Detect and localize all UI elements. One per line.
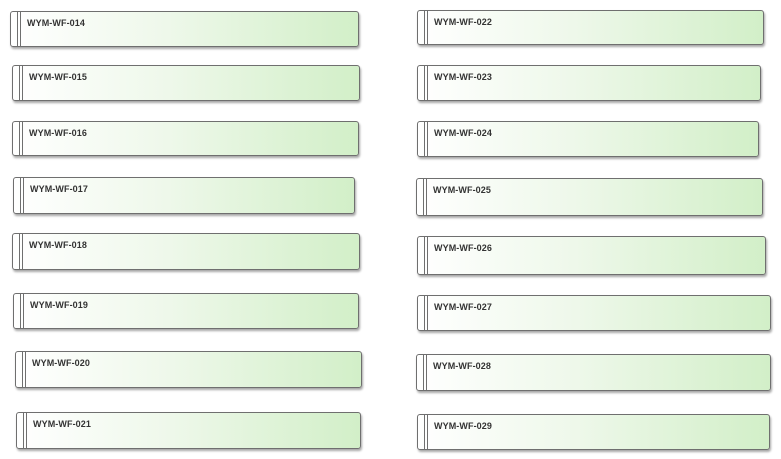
component-wym-wf-018[interactable]: WYM-WF-018 — [12, 233, 360, 270]
component-label: WYM-WF-029 — [434, 421, 492, 431]
component-wym-wf-023[interactable]: WYM-WF-023 — [417, 65, 761, 101]
component-stereotype-bar — [13, 234, 23, 269]
component-label: WYM-WF-020 — [32, 358, 90, 368]
component-stereotype-bar — [13, 122, 23, 155]
component-stereotype-bar — [14, 294, 24, 328]
component-label: WYM-WF-027 — [434, 302, 492, 312]
component-label: WYM-WF-023 — [434, 72, 492, 82]
component-wym-wf-027[interactable]: WYM-WF-027 — [417, 295, 771, 331]
component-stereotype-bar — [417, 355, 427, 390]
component-stereotype-bar — [417, 179, 427, 215]
component-label: WYM-WF-015 — [29, 72, 87, 82]
component-wym-wf-025[interactable]: WYM-WF-025 — [416, 178, 763, 216]
component-label: WYM-WF-022 — [434, 17, 492, 27]
component-stereotype-bar — [418, 415, 428, 449]
component-stereotype-bar — [418, 122, 428, 156]
component-stereotype-bar — [418, 11, 428, 44]
component-label: WYM-WF-026 — [434, 243, 492, 253]
component-label: WYM-WF-014 — [27, 18, 85, 28]
component-wym-wf-016[interactable]: WYM-WF-016 — [12, 121, 359, 156]
component-label: WYM-WF-025 — [433, 185, 491, 195]
component-wym-wf-017[interactable]: WYM-WF-017 — [13, 177, 355, 214]
component-wym-wf-029[interactable]: WYM-WF-029 — [417, 414, 770, 450]
component-label: WYM-WF-019 — [30, 300, 88, 310]
component-wym-wf-028[interactable]: WYM-WF-028 — [416, 354, 771, 391]
component-label: WYM-WF-028 — [433, 361, 491, 371]
component-wym-wf-015[interactable]: WYM-WF-015 — [12, 65, 360, 101]
component-wym-wf-022[interactable]: WYM-WF-022 — [417, 10, 764, 45]
component-label: WYM-WF-017 — [30, 184, 88, 194]
component-wym-wf-024[interactable]: WYM-WF-024 — [417, 121, 759, 157]
component-wym-wf-021[interactable]: WYM-WF-021 — [16, 412, 361, 449]
component-wym-wf-014[interactable]: WYM-WF-014 — [10, 11, 359, 47]
component-wym-wf-026[interactable]: WYM-WF-026 — [417, 236, 766, 275]
component-label: WYM-WF-018 — [29, 240, 87, 250]
component-stereotype-bar — [13, 66, 23, 100]
component-label: WYM-WF-024 — [434, 128, 492, 138]
component-stereotype-bar — [14, 178, 24, 213]
component-label: WYM-WF-021 — [33, 419, 91, 429]
component-label: WYM-WF-016 — [29, 128, 87, 138]
component-stereotype-bar — [16, 352, 26, 387]
component-stereotype-bar — [418, 237, 428, 274]
component-stereotype-bar — [418, 296, 428, 330]
component-wym-wf-020[interactable]: WYM-WF-020 — [15, 351, 362, 388]
component-stereotype-bar — [17, 413, 27, 448]
component-wym-wf-019[interactable]: WYM-WF-019 — [13, 293, 359, 329]
component-stereotype-bar — [11, 12, 21, 46]
component-stereotype-bar — [418, 66, 428, 100]
diagram-canvas: WYM-WF-014 WYM-WF-015 WYM-WF-016 WYM-WF-… — [0, 0, 781, 459]
